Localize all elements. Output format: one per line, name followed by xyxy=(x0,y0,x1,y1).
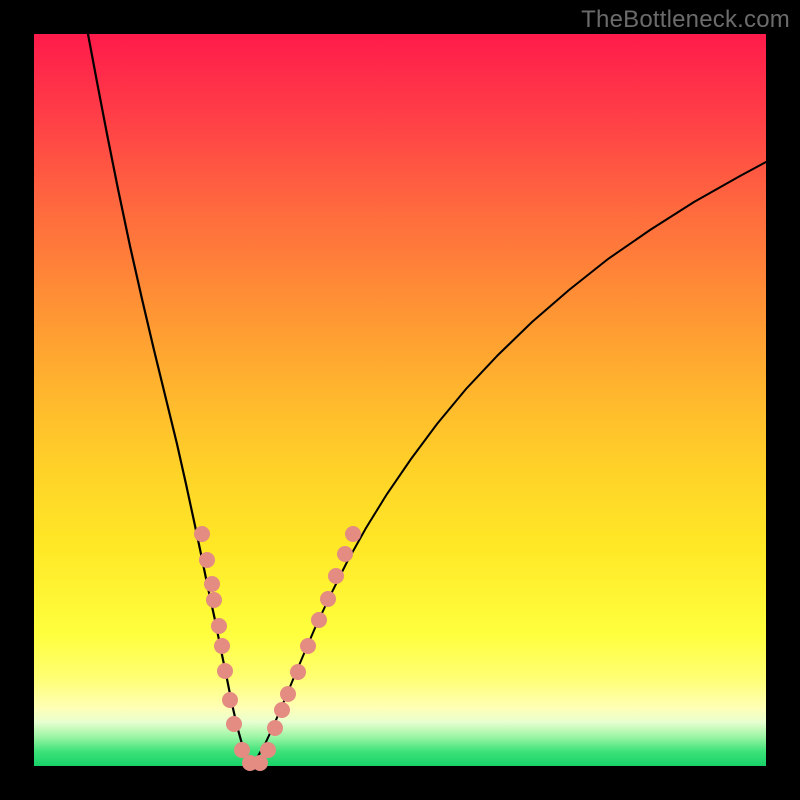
marker-dot xyxy=(267,720,283,736)
marker-dot xyxy=(204,576,220,592)
marker-dot xyxy=(206,592,222,608)
chart-frame: TheBottleneck.com xyxy=(0,0,800,800)
marker-dot xyxy=(311,612,327,628)
marker-dot xyxy=(222,692,238,708)
curve-svg xyxy=(34,34,766,766)
curve-left-branch xyxy=(88,34,252,762)
marker-dot xyxy=(211,618,227,634)
plot-area xyxy=(34,34,766,766)
curve-right-branch xyxy=(252,162,766,762)
marker-dot xyxy=(328,568,344,584)
watermark-text: TheBottleneck.com xyxy=(581,6,790,34)
marker-dot xyxy=(217,663,233,679)
marker-dot xyxy=(320,591,336,607)
marker-dot xyxy=(214,638,230,654)
marker-dot xyxy=(280,686,296,702)
marker-dot xyxy=(274,702,290,718)
marker-dot xyxy=(194,526,210,542)
marker-dot xyxy=(199,552,215,568)
marker-dot xyxy=(260,742,276,758)
marker-dot xyxy=(345,526,361,542)
marker-dot xyxy=(300,638,316,654)
marker-dot xyxy=(290,664,306,680)
marker-dot xyxy=(226,716,242,732)
marker-dot xyxy=(337,546,353,562)
marker-dots-group xyxy=(194,526,361,771)
